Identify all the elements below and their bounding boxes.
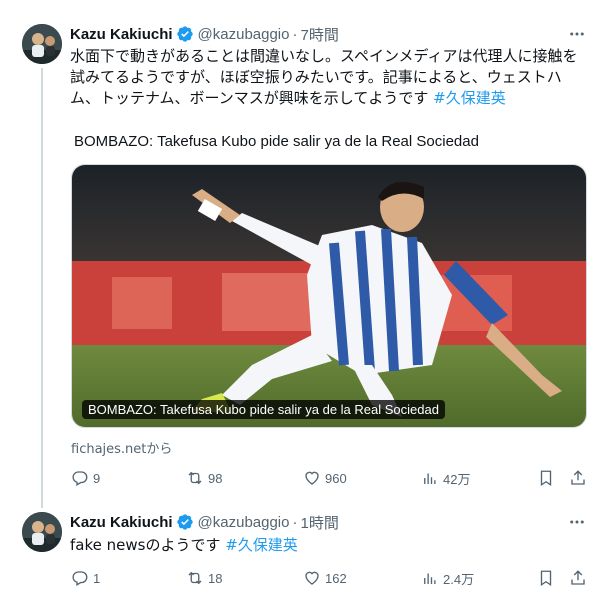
tweet-text-fragment: ム、トッテナム、ボーンマスが興味を示してようです bbox=[70, 89, 434, 107]
author-name[interactable]: Kazu Kakiuchi bbox=[70, 514, 173, 531]
hashtag-link[interactable]: #久保建英 bbox=[433, 89, 506, 107]
reply-icon bbox=[71, 469, 89, 487]
hashtag-link[interactable]: #久保建英 bbox=[225, 536, 298, 554]
like-button[interactable]: 162 bbox=[303, 568, 347, 588]
like-icon bbox=[303, 469, 321, 487]
like-count: 960 bbox=[325, 470, 347, 486]
avatar[interactable] bbox=[22, 24, 62, 64]
tweet-header: Kazu Kakiuchi @kazubaggio · 1時間 bbox=[70, 512, 339, 532]
views-count: 42万 bbox=[443, 471, 471, 487]
retweet-button[interactable]: 18 bbox=[186, 568, 222, 588]
like-button[interactable]: 960 bbox=[303, 468, 347, 488]
separator-dot: · bbox=[292, 513, 298, 531]
share-icon bbox=[569, 469, 587, 487]
views-button[interactable]: 2.4万 bbox=[421, 568, 474, 588]
views-icon bbox=[421, 469, 439, 487]
link-card-image[interactable]: BOMBAZO: Takefusa Kubo pide salir ya de … bbox=[71, 164, 587, 428]
author-name[interactable]: Kazu Kakiuchi bbox=[70, 26, 173, 43]
verified-badge-icon bbox=[176, 25, 194, 43]
tweet-text-fragment: fake newsのようです bbox=[70, 536, 226, 554]
retweet-button[interactable]: 98 bbox=[186, 468, 222, 488]
timestamp[interactable]: 7時間 bbox=[301, 24, 339, 45]
views-button[interactable]: 42万 bbox=[421, 468, 470, 488]
author-handle[interactable]: @kazubaggio bbox=[198, 26, 290, 43]
retweet-icon bbox=[186, 569, 204, 587]
author-handle[interactable]: @kazubaggio bbox=[198, 514, 290, 531]
bookmark-button[interactable] bbox=[537, 468, 555, 488]
tweet-text-line: ム、トッテナム、ボーンマスが興味を示してようです #久保建英 bbox=[70, 88, 590, 109]
views-icon bbox=[421, 569, 439, 587]
tweet-text-line: 試みてるようですが、ほぼ空振りみたいです。記事によると、ウェストハ bbox=[70, 68, 562, 86]
retweet-count: 18 bbox=[208, 570, 223, 586]
verified-badge-icon bbox=[176, 513, 194, 531]
tweet-actions: 1 18 162 2.4万 bbox=[71, 568, 587, 588]
bookmark-icon bbox=[537, 469, 555, 487]
reply-count: 9 bbox=[93, 470, 101, 486]
like-count: 162 bbox=[325, 570, 347, 586]
player-photo bbox=[72, 165, 586, 427]
reply-button[interactable]: 9 bbox=[71, 468, 100, 488]
retweet-icon bbox=[186, 469, 204, 487]
share-icon bbox=[569, 569, 587, 587]
timestamp[interactable]: 1時間 bbox=[301, 512, 339, 533]
more-icon[interactable] bbox=[567, 512, 587, 532]
tweet-text: fake newsのようです #久保建英 bbox=[70, 535, 590, 556]
thread-connector-line bbox=[41, 68, 43, 508]
tweet-actions: 9 98 960 42万 bbox=[71, 468, 587, 488]
reply-button[interactable]: 1 bbox=[71, 568, 100, 588]
avatar[interactable] bbox=[22, 512, 62, 552]
separator-dot: · bbox=[292, 25, 298, 43]
like-icon bbox=[303, 569, 321, 587]
share-button[interactable] bbox=[569, 568, 587, 588]
reply-count: 1 bbox=[93, 570, 101, 586]
reply-icon bbox=[71, 569, 89, 587]
bookmark-button[interactable] bbox=[537, 568, 555, 588]
tweet-header: Kazu Kakiuchi @kazubaggio · 7時間 bbox=[70, 24, 339, 44]
share-button[interactable] bbox=[569, 468, 587, 488]
retweet-count: 98 bbox=[208, 470, 223, 486]
tweet-text: 水面下で動きがあることは間違いなし。スペインメディアは代理人に接触を 試みてるよ… bbox=[70, 46, 590, 109]
tweet-text-line: 水面下で動きがあることは間違いなし。スペインメディアは代理人に接触を bbox=[70, 47, 578, 65]
more-icon[interactable] bbox=[567, 24, 587, 44]
link-source[interactable]: fichajes.netから bbox=[71, 438, 172, 457]
card-title[interactable]: BOMBAZO: Takefusa Kubo pide salir ya de … bbox=[74, 133, 479, 150]
media-caption: BOMBAZO: Takefusa Kubo pide salir ya de … bbox=[82, 400, 445, 419]
bookmark-icon bbox=[537, 569, 555, 587]
views-count: 2.4万 bbox=[443, 571, 475, 587]
